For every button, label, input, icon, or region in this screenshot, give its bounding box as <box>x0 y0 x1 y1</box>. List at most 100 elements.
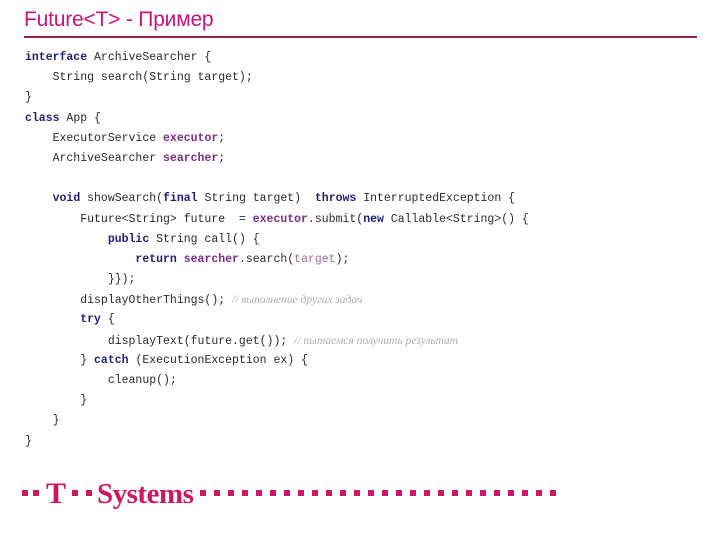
code-token: }}); <box>25 273 136 287</box>
code-token: } <box>25 394 88 408</box>
code-token: target <box>294 252 336 266</box>
logo-dot <box>354 490 361 496</box>
code-line: displayOtherThings(); // выполнение друг… <box>25 290 705 310</box>
logo-dot <box>508 490 515 496</box>
code-token: } <box>25 353 95 367</box>
code-token: executor <box>252 212 308 226</box>
logo-wordmark: Systems <box>97 477 194 510</box>
logo-dot <box>368 490 375 496</box>
code-token: public <box>107 232 157 246</box>
code-line: try { <box>25 310 705 330</box>
logo-dot <box>228 490 235 496</box>
logo-dot <box>214 490 221 496</box>
logo-t-mark: T <box>46 477 67 510</box>
logo-dot <box>33 490 39 496</box>
code-token: { <box>107 313 115 327</box>
code-line: ExecutorService executor; <box>25 129 705 149</box>
code-token: } <box>25 414 60 428</box>
code-token: .search( <box>238 252 295 266</box>
code-token: Callable<String>() { <box>390 212 529 226</box>
code-token: new <box>363 212 391 226</box>
code-token: String search(String target); <box>25 71 253 85</box>
code-token: String call() { <box>156 232 260 246</box>
logo-dot <box>200 490 207 496</box>
code-token: throws <box>314 192 364 206</box>
code-token: } <box>25 434 32 448</box>
code-token: catch <box>94 353 136 367</box>
logo-dot <box>494 490 501 496</box>
code-token: ArchiveSearcher { <box>94 51 212 64</box>
logo-dot <box>298 490 305 496</box>
code-line: String search(String target); <box>25 68 705 88</box>
logo-dot <box>86 490 93 496</box>
code-token: ExecutorService <box>25 131 164 145</box>
code-token: displayText(future.get()); <box>25 334 295 348</box>
logo-dot <box>522 490 529 496</box>
logo-dot <box>256 490 263 496</box>
logo-dot <box>242 490 249 496</box>
code-listing: interface ArchiveSearcher { String searc… <box>25 48 705 452</box>
code-line: public String call() { <box>25 230 705 250</box>
t-systems-logo: T Systems <box>22 470 560 516</box>
code-token: (ExecutionException ex) { <box>135 353 308 367</box>
page-title: Future<T> - Пример <box>24 8 214 31</box>
code-line: displayText(future.get()); // пытаемся п… <box>25 331 705 351</box>
code-token: ); <box>335 252 350 266</box>
code-line: } <box>25 411 705 431</box>
code-token: } <box>25 91 32 105</box>
code-token: cleanup(); <box>25 374 177 387</box>
code-token: interface <box>25 51 95 64</box>
code-token: searcher <box>183 252 239 266</box>
code-line: return searcher.search(target); <box>25 250 705 270</box>
code-line: class App { <box>25 109 705 129</box>
logo-dot <box>536 490 543 496</box>
code-token: Future<String> future = <box>25 212 253 226</box>
code-token: displayOtherThings(); <box>25 294 233 308</box>
code-token: .submit( <box>307 212 364 226</box>
code-token: InterruptedException { <box>363 192 516 206</box>
code-line: }}); <box>25 270 705 290</box>
code-token: try <box>80 313 108 327</box>
code-token: void <box>52 192 88 206</box>
code-token: String target) <box>204 192 315 206</box>
logo-dot <box>396 490 403 496</box>
code-line: } catch (ExecutionException ex) { <box>25 351 705 371</box>
code-line: ArchiveSearcher searcher; <box>25 149 705 169</box>
logo-dot-rail <box>196 490 560 496</box>
logo-dot <box>480 490 487 496</box>
logo-dot <box>452 490 459 496</box>
logo-dot <box>466 490 473 496</box>
code-token: showSearch( <box>87 192 164 206</box>
logo-dot <box>382 490 389 496</box>
code-token: ; <box>218 131 226 145</box>
code-token: App { <box>66 111 101 125</box>
logo-dot <box>438 490 445 496</box>
logo-dot <box>410 490 417 496</box>
code-line: } <box>25 391 705 411</box>
logo-dot <box>312 490 319 496</box>
code-line: interface ArchiveSearcher { <box>25 48 705 68</box>
code-token: return <box>135 252 184 266</box>
code-line: void showSearch(final String target) thr… <box>25 189 705 209</box>
code-token: class <box>25 111 67 125</box>
code-token: executor <box>163 131 219 145</box>
title-divider <box>24 36 697 38</box>
logo-dot <box>72 490 79 496</box>
code-token: // выполнение других задач <box>232 294 363 307</box>
code-token: // пытаемся получить результат <box>294 334 458 347</box>
logo-dot <box>340 490 347 496</box>
logo-dot <box>326 490 333 496</box>
logo-dot <box>550 490 557 496</box>
logo-dot <box>424 490 431 496</box>
logo-dot <box>270 490 277 496</box>
code-line: } <box>25 88 705 108</box>
code-token: ArchiveSearcher <box>25 151 164 165</box>
code-line: cleanup(); <box>25 371 705 391</box>
slide-footer: T Systems <box>0 470 720 516</box>
code-token: final <box>163 192 205 206</box>
code-token: searcher <box>163 151 219 165</box>
